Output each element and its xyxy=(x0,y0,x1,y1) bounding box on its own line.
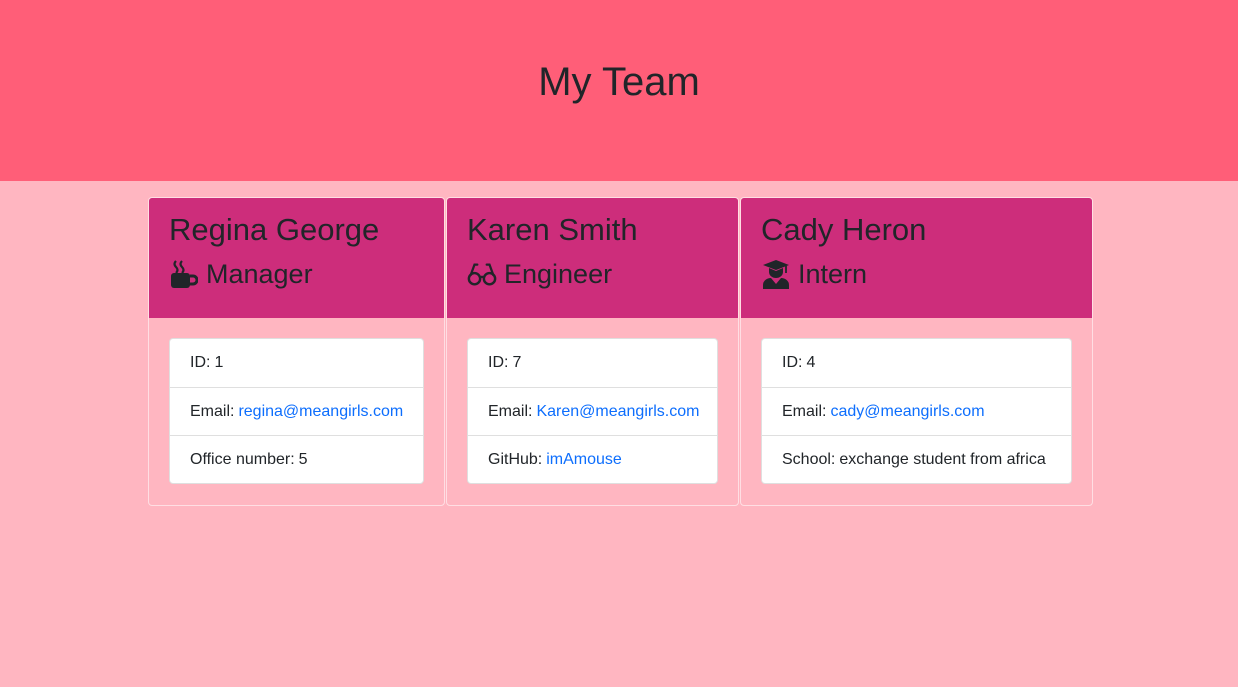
school-label: School: xyxy=(782,450,836,468)
id-label: ID: xyxy=(782,354,803,371)
github-link[interactable]: imAmouse xyxy=(546,451,622,469)
employee-name: Cady Heron xyxy=(761,212,927,247)
employee-role: Intern xyxy=(761,257,1072,291)
card-header: Regina George Manager xyxy=(149,198,444,318)
employee-name: Regina George xyxy=(169,212,380,247)
school-value: exchange student from africa xyxy=(839,450,1046,468)
role-label: Intern xyxy=(798,259,868,289)
page-title: My Team xyxy=(538,60,700,104)
id-label: ID: xyxy=(488,354,509,371)
card-header: Cady Heron Intern xyxy=(741,198,1092,318)
id-row: ID: 1 xyxy=(170,339,423,387)
office-value: 5 xyxy=(298,450,308,468)
id-label: ID: xyxy=(190,354,211,371)
info-list: ID: 4 Email: cady@meangirls.com School: … xyxy=(761,338,1072,484)
id-value: 1 xyxy=(214,354,224,371)
employee-card-manager: Regina George Manager ID: 1 Email: regin… xyxy=(148,197,445,506)
email-label: Email: xyxy=(190,402,235,420)
info-list: ID: 1 Email: regina@meangirls.com Office… xyxy=(169,338,424,484)
graduate-icon xyxy=(761,259,791,289)
employee-role: Engineer xyxy=(467,257,718,291)
card-header: Karen Smith Engineer xyxy=(447,198,738,318)
email-link[interactable]: regina@meangirls.com xyxy=(238,403,403,421)
employee-name: Karen Smith xyxy=(467,212,638,247)
employee-role: Manager xyxy=(169,257,424,291)
team-cards: Regina George Manager ID: 1 Email: regin… xyxy=(148,197,1093,506)
school-row: School: exchange student from africa xyxy=(762,435,1071,483)
page-header: My Team xyxy=(0,0,1238,181)
id-row: ID: 4 xyxy=(762,339,1071,387)
coffee-icon xyxy=(169,259,199,289)
office-label: Office number: xyxy=(190,450,295,468)
email-row: Email: Karen@meangirls.com xyxy=(468,387,717,435)
card-body: ID: 7 Email: Karen@meangirls.com GitHub:… xyxy=(447,318,738,504)
id-value: 7 xyxy=(512,354,522,371)
email-link[interactable]: cady@meangirls.com xyxy=(830,403,984,421)
employee-card-engineer: Karen Smith Engineer ID: 7 Email: Karen@… xyxy=(446,197,739,506)
employee-card-intern: Cady Heron Intern ID: 4 Email: cady@mean… xyxy=(740,197,1093,506)
info-list: ID: 7 Email: Karen@meangirls.com GitHub:… xyxy=(467,338,718,484)
role-label: Engineer xyxy=(504,259,613,289)
id-row: ID: 7 xyxy=(468,339,717,387)
github-label: GitHub: xyxy=(488,450,543,468)
email-label: Email: xyxy=(782,402,827,420)
github-row: GitHub: imAmouse xyxy=(468,435,717,483)
email-label: Email: xyxy=(488,402,533,420)
office-row: Office number: 5 xyxy=(170,435,423,483)
glasses-icon xyxy=(467,259,497,289)
card-body: ID: 4 Email: cady@meangirls.com School: … xyxy=(741,318,1092,504)
email-link[interactable]: Karen@meangirls.com xyxy=(536,403,699,421)
card-body: ID: 1 Email: regina@meangirls.com Office… xyxy=(149,318,444,504)
role-label: Manager xyxy=(206,259,313,289)
email-row: Email: cady@meangirls.com xyxy=(762,387,1071,435)
email-row: Email: regina@meangirls.com xyxy=(170,387,423,435)
id-value: 4 xyxy=(806,354,816,371)
